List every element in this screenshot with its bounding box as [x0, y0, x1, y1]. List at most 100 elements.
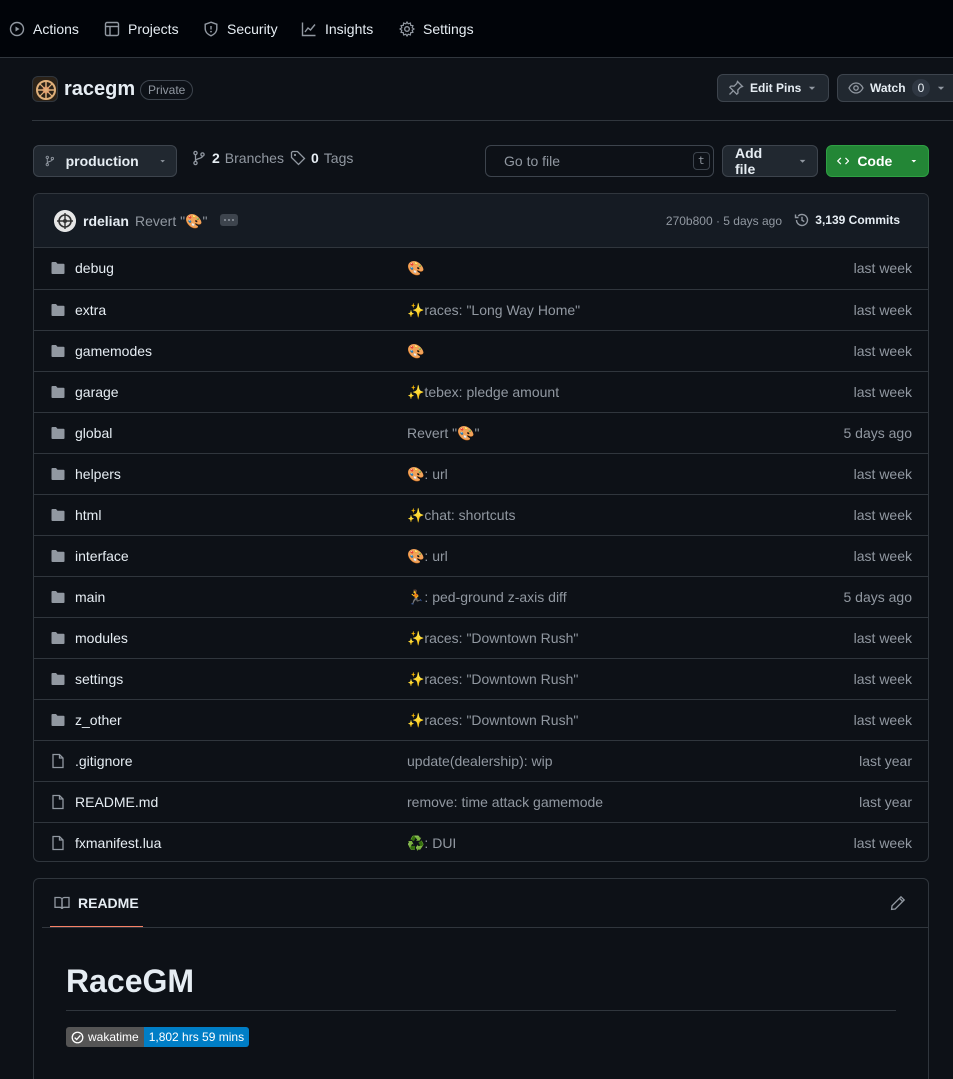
file-row[interactable]: debug 🎨 last week	[34, 248, 928, 289]
nav-actions[interactable]: Actions	[9, 0, 79, 63]
nav-settings[interactable]: Settings	[399, 0, 474, 63]
repo-name-link[interactable]: racegm	[64, 78, 135, 101]
add-file-button[interactable]: Add file	[722, 145, 818, 177]
wakatime-badge[interactable]: wakatime 1,802 hrs 59 mins	[66, 1027, 250, 1047]
commit-message-link[interactable]: Revert "🎨"	[135, 213, 208, 230]
file-commit-message[interactable]: ✨races: "Downtown Rush"	[407, 630, 578, 647]
file-commit-message[interactable]: 🎨: url	[407, 466, 448, 483]
git-branch-icon	[193, 150, 205, 166]
shield-icon	[204, 21, 218, 37]
folder-icon	[51, 714, 65, 726]
file-name-link[interactable]: fxmanifest.lua	[75, 835, 161, 851]
file-commit-message[interactable]: ✨tebex: pledge amount	[407, 384, 559, 401]
commit-details-toggle[interactable]	[220, 214, 238, 226]
file-name-link[interactable]: global	[75, 425, 112, 441]
file-commit-message[interactable]: ✨races: "Long Way Home"	[407, 302, 580, 319]
file-row[interactable]: gamemodes 🎨 last week	[34, 330, 928, 371]
folder-icon	[51, 550, 65, 562]
tags-link[interactable]: 0 Tags	[290, 150, 353, 166]
file-commit-message[interactable]: ✨races: "Downtown Rush"	[407, 671, 578, 688]
file-row[interactable]: z_other ✨races: "Downtown Rush" last week	[34, 699, 928, 740]
file-row[interactable]: interface 🎨: url last week	[34, 535, 928, 576]
code-icon	[837, 157, 850, 165]
go-to-file-input[interactable]	[504, 153, 685, 169]
file-name-link[interactable]: interface	[75, 548, 129, 564]
edit-pins-button[interactable]: Edit Pins	[717, 74, 829, 102]
commits-count: 3,139 Commits	[815, 213, 900, 227]
caret-down-icon	[809, 86, 816, 90]
file-commit-date: last week	[853, 671, 912, 687]
file-row[interactable]: global Revert "🎨" 5 days ago	[34, 412, 928, 453]
file-name-link[interactable]: README.md	[75, 794, 158, 810]
file-commit-date: last week	[853, 835, 912, 851]
file-name-link[interactable]: gamemodes	[75, 343, 152, 359]
file-commit-message[interactable]: Revert "🎨"	[407, 425, 480, 442]
file-row[interactable]: README.md remove: time attack gamemode las…	[34, 781, 928, 822]
file-name-link[interactable]: garage	[75, 384, 119, 400]
file-name-link[interactable]: modules	[75, 630, 128, 646]
eye-icon	[848, 82, 864, 94]
file-browser: rdelian Revert "🎨" 270b800 · 5 days ago …	[33, 193, 929, 862]
file-commit-message[interactable]: 🏃: ped-ground z-axis diff	[407, 589, 567, 606]
branches-link[interactable]: 2 Branches	[191, 150, 284, 166]
file-commit-date: last week	[853, 548, 912, 564]
file-row[interactable]: modules ✨races: "Downtown Rush" last week	[34, 617, 928, 658]
file-commit-date: last year	[859, 753, 912, 769]
file-list: debug 🎨 last week extra ✨races: "Long Way Ho…	[34, 248, 928, 861]
file-row[interactable]: .gitignore update(dealership): wip last ye…	[34, 740, 928, 781]
branch-selector[interactable]: production	[33, 145, 177, 177]
file-commit-message[interactable]: 🎨: url	[407, 548, 448, 565]
file-name-link[interactable]: .gitignore	[75, 753, 133, 769]
nav-security[interactable]: Security	[203, 0, 278, 63]
commits-history-link[interactable]: 3,139 Commits	[794, 212, 900, 228]
repo-nav: Actions Projects Security Insights Setti…	[0, 0, 953, 58]
folder-icon	[51, 345, 65, 357]
branches-count: 2	[212, 150, 220, 166]
code-button[interactable]: Code	[826, 145, 929, 177]
pencil-icon[interactable]	[890, 895, 906, 911]
folder-icon	[51, 591, 65, 603]
file-name-link[interactable]: helpers	[75, 466, 121, 482]
nav-projects[interactable]: Projects	[104, 0, 179, 63]
file-commit-message[interactable]: 🎨	[407, 260, 424, 277]
file-name-link[interactable]: z_other	[75, 712, 122, 728]
file-name-link[interactable]: debug	[75, 260, 114, 276]
file-name-link[interactable]: settings	[75, 671, 123, 687]
file-commit-message[interactable]: update(dealership): wip	[407, 753, 553, 769]
nav-insights[interactable]: Insights	[301, 0, 373, 63]
file-row[interactable]: extra ✨races: "Long Way Home" last week	[34, 289, 928, 330]
go-to-file-search[interactable]: t	[485, 145, 714, 177]
folder-icon	[51, 304, 65, 316]
commit-author-link[interactable]: rdelian	[83, 213, 129, 229]
watch-label: Watch	[870, 81, 906, 95]
file-commit-message[interactable]: ✨chat: shortcuts	[407, 507, 515, 524]
folder-icon	[51, 632, 65, 644]
code-label: Code	[857, 153, 893, 169]
commit-hash-age[interactable]: 270b800 · 5 days ago	[666, 214, 782, 228]
book-icon	[54, 896, 70, 909]
readme-panel: README RaceGM wakatime 1,802 hrs 59 mins	[33, 878, 929, 1079]
readme-tab-label: README	[78, 894, 139, 911]
file-row[interactable]: main 🏃: ped-ground z-axis diff 5 days ago	[34, 576, 928, 617]
caret-down-icon	[799, 159, 806, 163]
watch-button[interactable]: Watch 0	[837, 74, 953, 102]
file-row[interactable]: settings ✨races: "Downtown Rush" last week	[34, 658, 928, 699]
file-commit-message[interactable]: ✨races: "Downtown Rush"	[407, 712, 578, 729]
file-commit-date: 5 days ago	[843, 589, 913, 605]
commit-author-avatar[interactable]	[54, 210, 76, 232]
file-row[interactable]: html ✨chat: shortcuts last week	[34, 494, 928, 535]
folder-icon	[51, 386, 65, 398]
nav-label: Actions	[33, 21, 79, 37]
file-row[interactable]: helpers 🎨: url last week	[34, 453, 928, 494]
latest-commit-bar: rdelian Revert "🎨" 270b800 · 5 days ago …	[34, 194, 928, 248]
file-name-link[interactable]: main	[75, 589, 105, 605]
file-commit-message[interactable]: 🎨	[407, 343, 424, 360]
readme-tab[interactable]: README	[50, 879, 143, 928]
file-commit-message[interactable]: ♻️: DUI	[407, 835, 456, 852]
caret-down-icon	[160, 160, 165, 163]
file-commit-message[interactable]: remove: time attack gamemode	[407, 794, 603, 810]
file-name-link[interactable]: extra	[75, 302, 106, 318]
file-row[interactable]: fxmanifest.lua ♻️: DUI last week	[34, 822, 928, 861]
file-name-link[interactable]: html	[75, 507, 101, 523]
file-row[interactable]: garage ✨tebex: pledge amount last week	[34, 371, 928, 412]
